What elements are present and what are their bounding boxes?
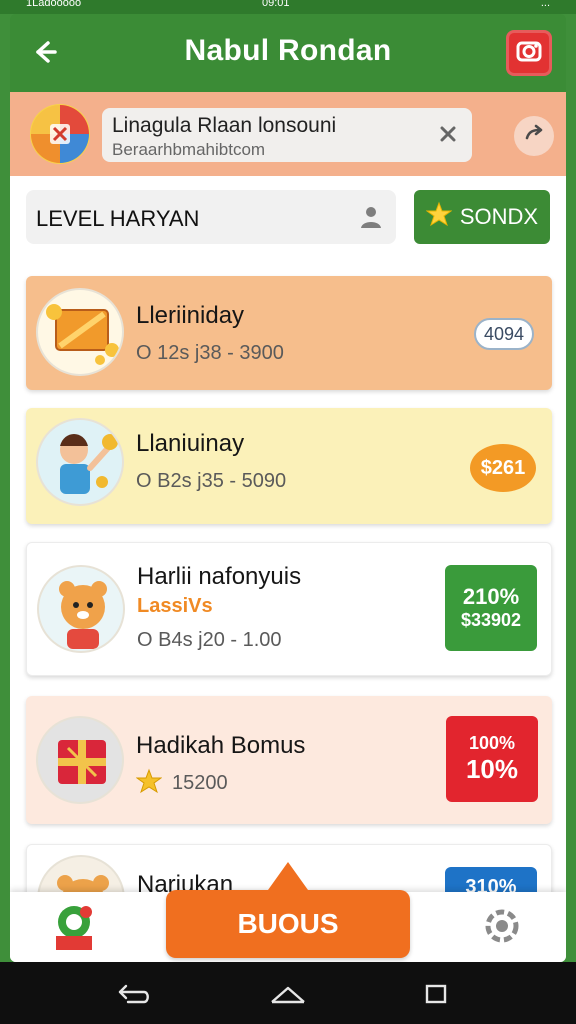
share-button[interactable] — [514, 116, 554, 156]
list-item[interactable]: Lleriiniday O 12s j38 - 3900 4094 — [26, 276, 552, 390]
item-subtitle: LassiVs — [137, 595, 213, 617]
star-icon — [135, 768, 163, 799]
item-badge: $261 — [470, 444, 536, 492]
list-item[interactable]: Harlii nafonyuis LassiVs O B4s j20 - 1.0… — [26, 542, 552, 676]
user-icon[interactable] — [358, 204, 384, 230]
bear-avatar-icon — [37, 565, 125, 653]
kid-avatar-icon — [36, 418, 124, 506]
star-icon — [425, 201, 453, 233]
home-nav-icon[interactable] — [268, 980, 308, 1008]
status-time: 09:01 — [262, 0, 290, 9]
bonus-button-label: BUOUS — [237, 908, 339, 939]
level-filter-input[interactable]: LEVEL HARYAN — [26, 190, 396, 244]
item-meta: O B2s j35 - 5090 — [136, 470, 287, 492]
item-title: Harlii nafonyuis — [137, 563, 302, 590]
item-badge-line1: 100% — [468, 732, 516, 753]
recent-apps-icon[interactable] — [416, 980, 456, 1008]
list-item[interactable]: Hadikah Bomus 15200 100% 10% — [26, 696, 552, 824]
banner: Linagula Rlaan lonsouni Beraarhbmahibtco… — [10, 92, 566, 176]
search-secondary-text: Beraarhbmahibtcom — [112, 140, 266, 159]
level-filter-value: LEVEL HARYAN — [36, 206, 200, 231]
status-right: ... — [540, 0, 550, 9]
back-nav-icon[interactable] — [114, 980, 154, 1008]
search-primary-text: Linagula Rlaan lonsouni — [112, 114, 337, 137]
share-icon — [522, 122, 546, 151]
item-badge: 4094 — [474, 318, 534, 350]
item-title: Hadikah Bomus — [136, 732, 306, 759]
page-title: Nabul Rondan — [184, 34, 392, 67]
app-frame: Nabul Rondan Linagula Rlaan lonsouni Ber… — [10, 14, 566, 962]
app-logo-icon — [30, 104, 90, 164]
status-left: 1Ladooooo — [26, 0, 82, 9]
bonus-button[interactable]: BUOUS — [166, 862, 410, 958]
item-title: Lleriiniday — [136, 302, 245, 329]
app-menu-button[interactable] — [506, 30, 552, 76]
status-bar: 1Ladooooo 09:01 ... — [0, 0, 576, 14]
item-badge-line2: $33902 — [460, 610, 522, 631]
sort-button[interactable]: SONDX — [414, 190, 550, 244]
bottom-nav: BUOUS — [10, 862, 566, 962]
clear-icon[interactable] — [436, 122, 460, 146]
header-bar: Nabul Rondan — [10, 14, 566, 92]
item-badge-line2: 10% — [465, 754, 519, 785]
item-badge: 210% $33902 — [445, 565, 537, 651]
item-badge-line1: 210% — [462, 584, 520, 609]
gift-icon — [36, 716, 124, 804]
main-content: LEVEL HARYAN SONDX Lleriiniday O 12s j38… — [10, 176, 566, 962]
coupon-icon — [36, 288, 124, 376]
home-icon[interactable] — [50, 902, 98, 952]
item-meta: 15200 — [172, 772, 228, 794]
item-badge: 100% 10% — [446, 716, 538, 802]
system-nav-bar — [0, 962, 576, 1024]
item-meta: O 12s j38 - 3900 — [136, 342, 284, 364]
gear-icon[interactable] — [478, 902, 526, 952]
list-item[interactable]: Llaniuinay O B2s j35 - 5090 $261 — [26, 408, 552, 524]
sort-button-label: SONDX — [459, 204, 539, 229]
search-field[interactable]: Linagula Rlaan lonsouni Beraarhbmahibtco… — [102, 108, 472, 162]
camera-icon — [515, 37, 543, 70]
item-title: Llaniuinay — [136, 430, 245, 457]
item-meta-row: 15200 — [135, 768, 228, 799]
item-meta: O B4s j20 - 1.00 — [137, 629, 282, 651]
